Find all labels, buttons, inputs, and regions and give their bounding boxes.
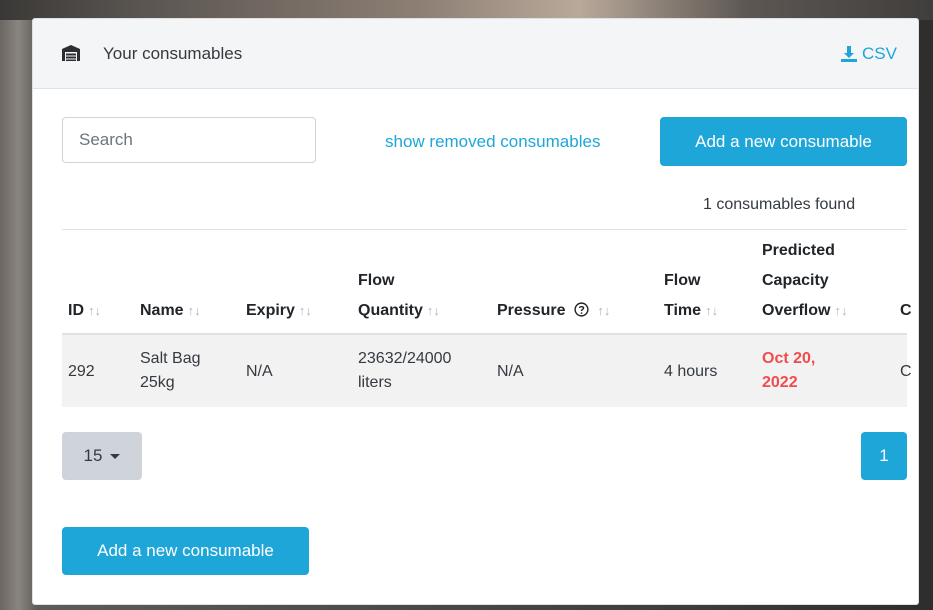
- search-input[interactable]: [62, 117, 316, 163]
- per-page-value: 15: [83, 446, 103, 465]
- background-photo: [0, 0, 933, 20]
- cell-id: 292: [68, 363, 95, 380]
- sort-icon: ↑↓: [705, 303, 719, 318]
- per-page-dropdown[interactable]: 15: [62, 432, 142, 480]
- add-consumable-button-top[interactable]: Add a new consumable: [660, 117, 907, 166]
- sort-icon: ↑↓: [597, 303, 611, 318]
- show-removed-link[interactable]: show removed consumables: [385, 132, 600, 152]
- col-header-name[interactable]: Name ↑↓: [140, 296, 201, 326]
- sort-icon: ↑↓: [187, 303, 201, 318]
- cell-pressure: N/A: [497, 363, 524, 380]
- sort-icon: ↑↓: [88, 303, 101, 318]
- table-top-border: [62, 229, 907, 230]
- col-header-next-partial[interactable]: C: [900, 296, 912, 326]
- col-header-flow-quantity[interactable]: Flow Quantity ↑↓: [358, 266, 440, 326]
- csv-label: CSV: [862, 44, 897, 63]
- sort-icon: ↑↓: [426, 303, 440, 318]
- download-icon: [841, 46, 857, 62]
- col-header-id[interactable]: ID ↑↓: [68, 296, 101, 326]
- page-title: Your consumables: [103, 44, 243, 63]
- col-header-predicted-capacity-overflow[interactable]: Predicted Capacity Overflow ↑↓: [762, 236, 847, 326]
- sort-icon: ↑↓: [298, 303, 312, 318]
- col-header-expiry[interactable]: Expiry ↑↓: [246, 296, 312, 326]
- warehouse-icon: [62, 45, 80, 61]
- help-icon[interactable]: [574, 302, 589, 317]
- cell-name: Salt Bag 25kg: [140, 350, 201, 391]
- add-consumable-button-bottom[interactable]: Add a new consumable: [62, 527, 309, 575]
- cell-predicted-overflow: Oct 20, 2022: [762, 350, 816, 391]
- cell-expiry: N/A: [246, 363, 273, 380]
- col-header-pressure[interactable]: Pressure ↑↓: [497, 296, 610, 326]
- cell-flow-time: 4 hours: [664, 363, 718, 380]
- page-button-1[interactable]: 1: [861, 432, 907, 480]
- cell-next-partial: C: [900, 363, 912, 380]
- cell-flow-quantity: 23632/24000 liters: [358, 350, 452, 391]
- caret-down-icon: [110, 453, 121, 459]
- card-header: Your consumables CSV: [33, 19, 918, 89]
- sort-icon: ↑↓: [834, 303, 848, 318]
- col-header-flow-time[interactable]: Flow Time ↑↓: [664, 266, 718, 326]
- csv-export-link[interactable]: CSV: [840, 44, 897, 64]
- results-count: 1 consumables found: [703, 196, 856, 213]
- consumables-card: Your consumables CSV show removed consum…: [32, 18, 919, 605]
